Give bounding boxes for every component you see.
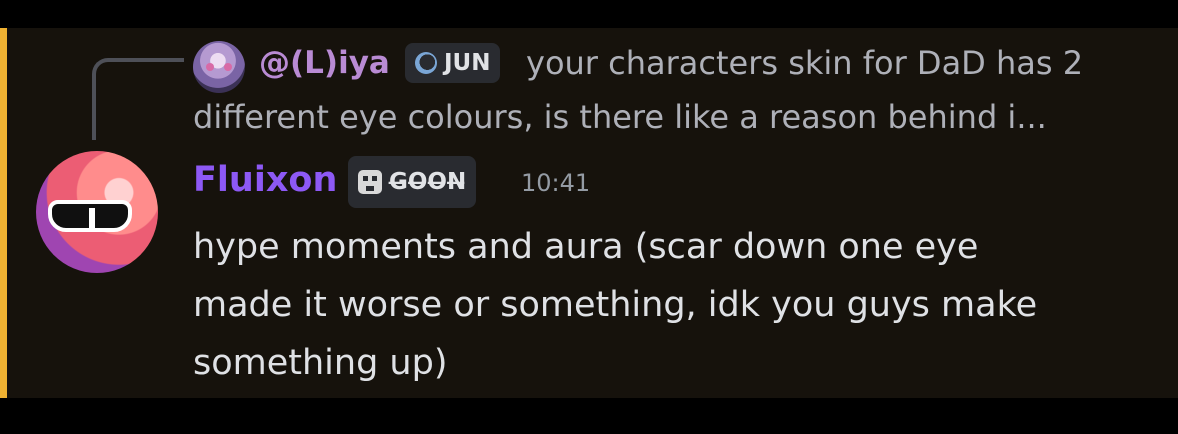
message-line-2: made it worse or something, idk you guys… xyxy=(193,285,1038,325)
reply-spine xyxy=(92,58,184,140)
reply-author-name[interactable]: @(L)iya xyxy=(259,36,390,90)
top-black-band xyxy=(0,0,1178,28)
moon-icon xyxy=(415,52,437,74)
mention-highlight-bar xyxy=(0,28,7,398)
reply-author-badge[interactable]: JUN xyxy=(405,43,501,83)
author-badge-text: G̶O̶O̶N̶ xyxy=(389,169,467,195)
message-line-1: hype moments and aura (scar down one eye xyxy=(193,227,979,267)
skull-icon xyxy=(358,170,382,194)
sunglasses-graphic xyxy=(48,200,132,232)
reply-preview[interactable]: @(L)iya JUN your characters skin for DaD… xyxy=(193,36,1163,146)
author-badge[interactable]: G̶O̶O̶N̶ xyxy=(348,156,477,208)
reply-avatar[interactable] xyxy=(193,41,245,93)
author-avatar[interactable] xyxy=(36,151,158,273)
reply-text-line-2: different eye colours, is there like a r… xyxy=(193,98,1047,136)
message-timestamp[interactable]: 10:41 xyxy=(521,169,590,197)
bottom-black-band xyxy=(0,398,1178,434)
reply-text-line-1: your characters skin for DaD has 2 xyxy=(526,44,1084,82)
message-author-name[interactable]: Fluixon xyxy=(193,160,337,200)
message-header: Fluixon G̶O̶O̶N̶ 10:41 xyxy=(193,156,1153,208)
reply-badge-text: JUN xyxy=(444,50,491,76)
message-line-3: something up) xyxy=(193,343,448,383)
message-body: hype moments and aura (scar down one eye… xyxy=(193,218,1153,392)
highlighted-message[interactable]: @(L)iya JUN your characters skin for DaD… xyxy=(0,28,1178,398)
